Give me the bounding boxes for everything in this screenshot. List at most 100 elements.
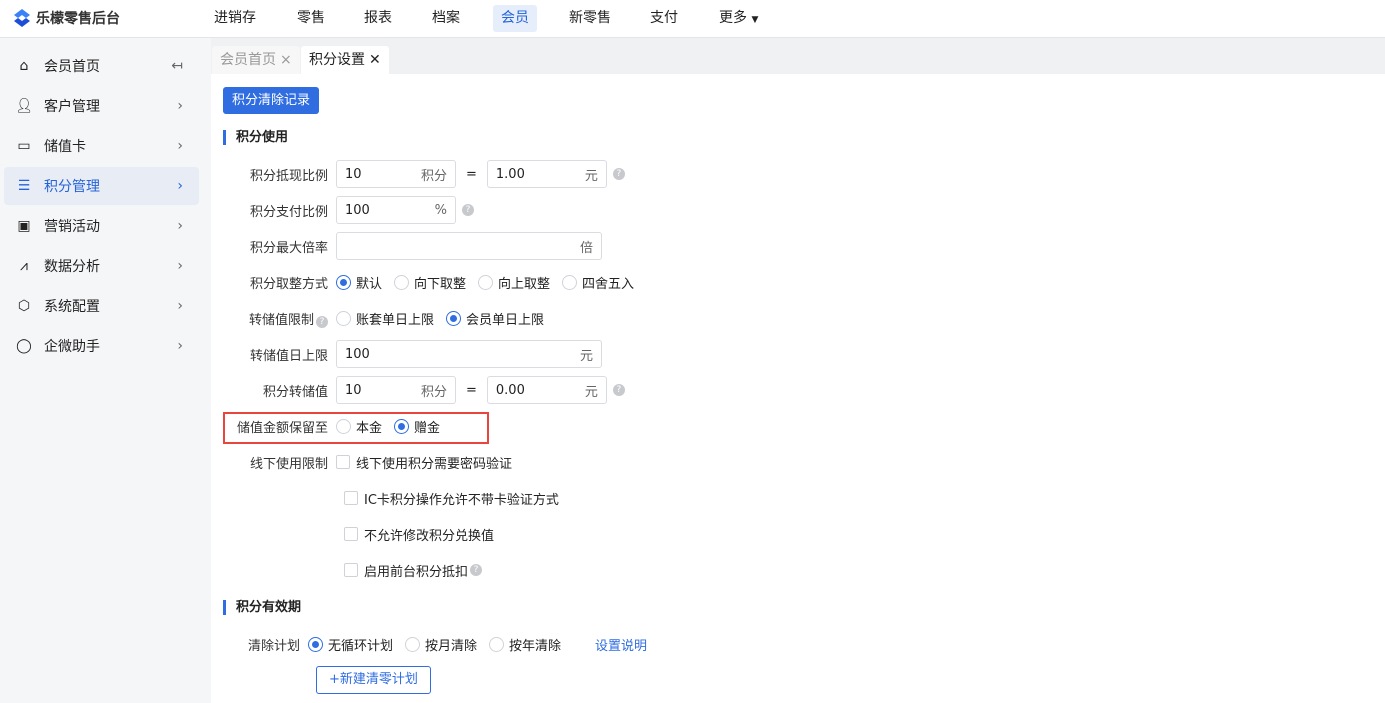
row-offline-4: 启用前台积分抵扣 ? — [344, 556, 483, 584]
radio-account-daily[interactable]: 账套单日上限 — [336, 309, 434, 328]
pay-ratio-input[interactable]: 100% — [336, 196, 456, 224]
collapse-icon[interactable]: ↤ — [171, 58, 183, 74]
radio-unchecked — [336, 418, 351, 434]
nav-payment[interactable]: 支付 — [642, 5, 686, 32]
chevron-right-icon: › — [177, 338, 183, 354]
radio-principal[interactable]: 本金 — [336, 417, 382, 436]
input-value: 10 — [345, 166, 362, 182]
nav-member[interactable]: 会员 — [493, 5, 537, 32]
radio-label: 账套单日上限 — [356, 312, 435, 328]
app-title: 乐檬零售后台 — [36, 11, 120, 27]
radio-bonus[interactable]: 赠金 — [394, 417, 440, 436]
help-icon[interactable]: ? — [612, 384, 625, 396]
help-icon[interactable]: ? — [316, 315, 328, 328]
nav-archive[interactable]: 档案 — [424, 5, 468, 32]
chevron-right-icon: › — [177, 98, 183, 114]
sidebar-item-member-home[interactable]: ⌂ 会员首页 ↤ — [4, 47, 199, 85]
radio-unchecked — [489, 636, 505, 652]
daily-limit-input[interactable]: 100 元 — [336, 340, 602, 368]
app-logo[interactable]: 乐檬零售后台 — [14, 8, 120, 28]
sidebar-item-points[interactable]: ☰ 积分管理 › — [4, 167, 199, 205]
close-icon[interactable]: × — [280, 52, 292, 68]
unit: 元 — [584, 384, 598, 400]
radio-label: 无循环计划 — [328, 638, 394, 654]
radio-label: 赠金 — [414, 420, 441, 436]
field-label: 积分抵现比例 — [249, 168, 328, 184]
field-label: 积分最大倍率 — [249, 240, 328, 256]
equals: = — [466, 382, 477, 398]
radio-round-up[interactable]: 向上取整 — [478, 273, 550, 292]
radio-yearly[interactable]: 按年清除 — [489, 635, 561, 654]
tab-bar: 会员首页 × 积分设置 ✕ — [211, 38, 1385, 74]
sidebar-item-wecom[interactable]: ◯ 企微助手 › — [4, 327, 199, 365]
tab-points-settings[interactable]: 积分设置 ✕ — [301, 46, 389, 74]
sidebar-item-settings[interactable]: ⬡ 系统配置 › — [4, 287, 199, 325]
yuan-input[interactable]: 1.00 元 — [486, 160, 607, 188]
new-clear-plan-button[interactable]: +新建清零计划 — [316, 666, 431, 694]
nav-more-label: 更多 — [719, 10, 747, 26]
radio-unchecked — [478, 274, 494, 290]
sidebar-item-label: 数据分析 — [44, 259, 100, 275]
checkbox-ic-card[interactable]: IC卡积分操作允许不带卡验证方式 — [344, 489, 559, 508]
checkbox-password-verify[interactable]: 线下使用积分需要密码验证 — [336, 453, 512, 472]
section-title-usage: 积分使用 — [223, 130, 288, 145]
field-label: 积分取整方式 — [249, 276, 328, 292]
help-icon[interactable]: ? — [612, 168, 625, 180]
close-icon[interactable]: ✕ — [369, 52, 381, 68]
input-value: 0.00 — [495, 382, 525, 398]
radio-label: 默认 — [356, 276, 383, 292]
row-transfer-limit: 转储值限制? 账套单日上限 会员单日上限 — [211, 304, 556, 332]
chevron-right-icon: › — [177, 178, 183, 194]
nav-inventory[interactable]: 进销存 — [206, 5, 264, 32]
radio-unchecked — [562, 274, 578, 290]
tab-member-home[interactable]: 会员首页 × — [212, 46, 300, 74]
sidebar-item-label: 企微助手 — [44, 339, 100, 355]
input-value: 10 — [345, 382, 362, 398]
clear-records-button[interactable]: 积分清除记录 — [223, 87, 320, 114]
nav-reports[interactable]: 报表 — [356, 5, 400, 32]
row-pay-ratio: 积分支付比例 100% ? — [211, 196, 474, 224]
nav-more[interactable]: 更多 ▼ — [711, 5, 766, 32]
unit: 元 — [579, 348, 593, 364]
top-bar: 乐檬零售后台 进销存 零售 报表 档案 会员 新零售 支付 更多 ▼ — [0, 0, 1385, 38]
radio-round-half[interactable]: 四舍五入 — [562, 273, 634, 292]
field-label: 转储值限制? — [211, 309, 336, 328]
checkbox-front-deduct[interactable]: 启用前台积分抵扣 — [344, 561, 468, 580]
monitor-icon: ▣ — [17, 218, 31, 234]
radio-label: 按月清除 — [425, 638, 478, 654]
radio-no-cycle[interactable]: 无循环计划 — [308, 635, 393, 654]
radio-member-daily[interactable]: 会员单日上限 — [446, 309, 544, 328]
radio-round-down[interactable]: 向下取整 — [394, 273, 466, 292]
sidebar-item-label: 营销活动 — [44, 219, 100, 235]
unit: 倍 — [579, 240, 593, 256]
help-icon[interactable]: ? — [462, 204, 474, 216]
radio-unchecked — [405, 636, 421, 652]
section-title-validity: 积分有效期 — [223, 600, 301, 615]
settings-help-link[interactable]: 设置说明 — [595, 635, 647, 654]
max-rate-input[interactable]: 倍 — [336, 232, 602, 260]
card-icon: ▭ — [17, 138, 31, 154]
nav-retail[interactable]: 零售 — [289, 5, 333, 32]
sidebar-item-label: 系统配置 — [44, 299, 100, 315]
radio-default[interactable]: 默认 — [336, 273, 382, 292]
sidebar-item-customers[interactable]: 👤︎ 客户管理 › — [4, 87, 199, 125]
points-input[interactable]: 10 积分 — [336, 160, 456, 188]
field-label: 转储值日上限 — [249, 348, 328, 364]
sidebar-item-stored-card[interactable]: ▭ 储值卡 › — [4, 127, 199, 165]
nav-new-retail[interactable]: 新零售 — [561, 5, 619, 32]
sidebar-item-marketing[interactable]: ▣ 营销活动 › — [4, 207, 199, 245]
main-content: 积分清除记录 积分使用 积分抵现比例 10 积分 = 1.00 元 ? 积分支付比例… — [211, 74, 1385, 703]
transfer-points-input[interactable]: 10 积分 — [336, 376, 456, 404]
help-icon[interactable]: ? — [470, 564, 483, 576]
transfer-yuan-input[interactable]: 0.00 元 — [486, 376, 607, 404]
row-rounding: 积分取整方式 默认 向下取整 向上取整 四舍五入 — [211, 268, 646, 296]
sidebar-item-label: 会员首页 — [44, 59, 100, 75]
checkbox-no-modify[interactable]: 不允许修改积分兑换值 — [344, 525, 494, 544]
checkbox — [344, 491, 358, 505]
unit: 积分 — [420, 384, 447, 400]
radio-label: 本金 — [356, 420, 383, 436]
chevron-right-icon: › — [177, 258, 183, 274]
field-label: 清除计划 — [247, 638, 300, 654]
radio-monthly[interactable]: 按月清除 — [405, 635, 477, 654]
sidebar-item-analytics[interactable]: ⩘ 数据分析 › — [4, 247, 199, 285]
